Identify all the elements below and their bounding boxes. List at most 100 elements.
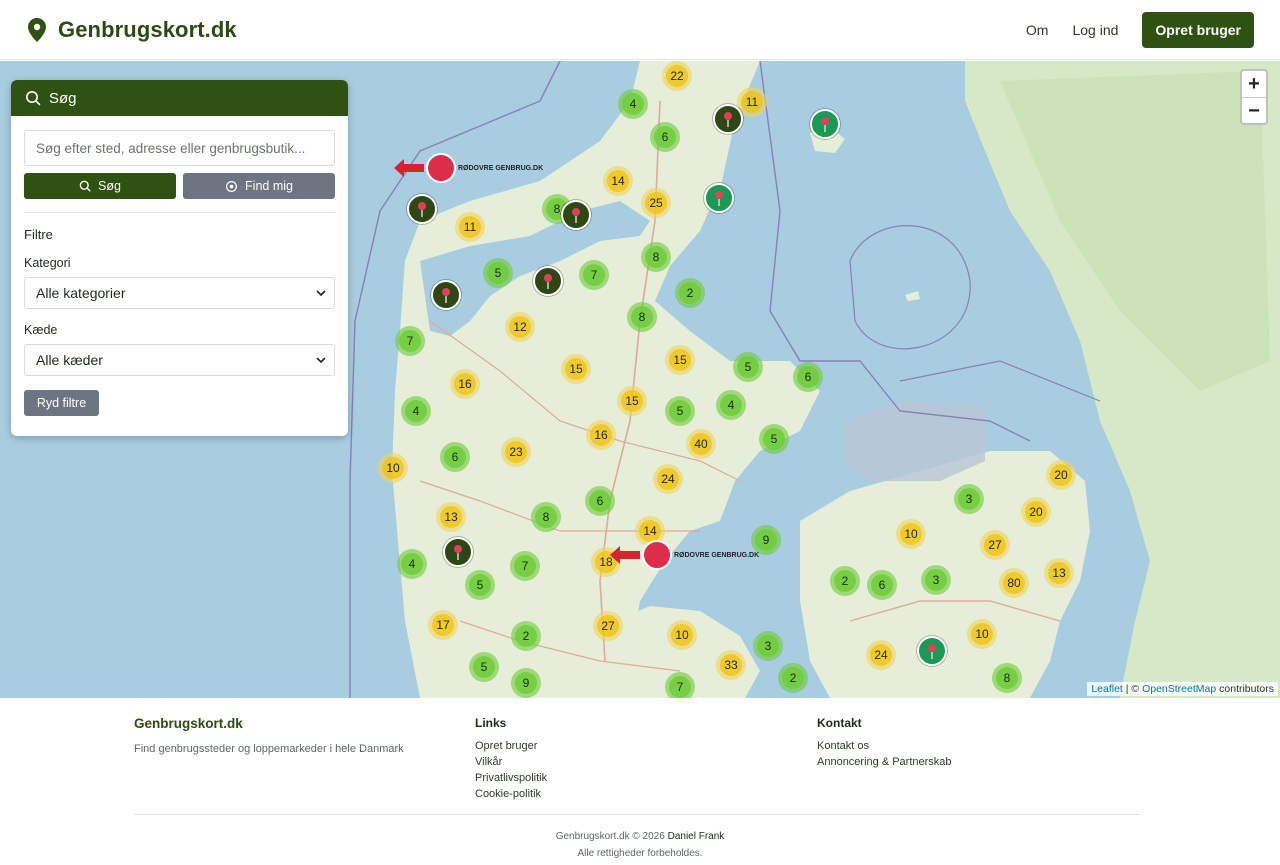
marker-cluster[interactable]: 27: [593, 611, 623, 641]
marker-cluster[interactable]: 2: [675, 278, 705, 308]
brand[interactable]: Genbrugskort.dk: [28, 17, 237, 43]
cluster-count: 7: [521, 559, 529, 573]
marker-cluster[interactable]: 4: [401, 396, 431, 426]
marker-cluster[interactable]: 8: [627, 302, 657, 332]
pushpin-icon: [544, 274, 552, 289]
leaflet-link[interactable]: Leaflet: [1091, 683, 1123, 695]
osm-link[interactable]: OpenStreetMap: [1142, 683, 1216, 695]
footer-link-contact[interactable]: Kontakt os: [817, 740, 952, 752]
marker-cluster[interactable]: 20: [1021, 497, 1051, 527]
marker-cluster[interactable]: 10: [667, 620, 697, 650]
marker-cluster[interactable]: 5: [759, 424, 789, 454]
marker-cluster[interactable]: 14: [603, 166, 633, 196]
marker-cluster[interactable]: 27: [980, 530, 1010, 560]
location-pin[interactable]: [917, 636, 947, 666]
marker-cluster[interactable]: 15: [665, 345, 695, 375]
cluster-count: 3: [932, 573, 940, 587]
marker-cluster[interactable]: 12: [505, 312, 535, 342]
search-panel-header: Søg: [11, 80, 348, 116]
marker-cluster[interactable]: 13: [1044, 558, 1074, 588]
marker-cluster[interactable]: 2: [511, 621, 541, 651]
marker-cluster[interactable]: 8: [531, 502, 561, 532]
cluster-count: 9: [522, 676, 530, 690]
marker-cluster[interactable]: 15: [561, 354, 591, 384]
location-pin[interactable]: [431, 280, 461, 310]
cluster-count: 11: [745, 95, 759, 109]
zoom-in-button[interactable]: +: [1242, 71, 1266, 97]
locate-me-button[interactable]: Find mig: [183, 173, 335, 199]
location-pin[interactable]: [704, 183, 734, 213]
marker-cluster[interactable]: 5: [733, 352, 763, 382]
marker-cluster[interactable]: 7: [510, 551, 540, 581]
marker-cluster[interactable]: 6: [867, 570, 897, 600]
footer-link-cookies[interactable]: Cookie-politik: [475, 788, 547, 800]
marker-cluster[interactable]: 10: [378, 453, 408, 483]
marker-cluster[interactable]: 3: [921, 565, 951, 595]
zoom-out-button[interactable]: −: [1242, 97, 1266, 123]
marker-cluster[interactable]: 7: [665, 672, 695, 698]
nav-login-link[interactable]: Log ind: [1072, 22, 1118, 38]
marker-cluster[interactable]: 7: [395, 326, 425, 356]
marker-cluster[interactable]: 16: [450, 369, 480, 399]
marker-cluster[interactable]: 3: [753, 631, 783, 661]
category-select[interactable]: Alle kategorier: [24, 277, 335, 309]
marker-cluster[interactable]: 4: [716, 390, 746, 420]
footer-link-advertising[interactable]: Annoncering & Partnerskab: [817, 756, 952, 768]
cluster-count: 13: [444, 510, 458, 524]
marker-cluster[interactable]: 15: [617, 386, 647, 416]
marker-cluster[interactable]: 33: [716, 650, 746, 680]
marker-cluster[interactable]: 5: [469, 652, 499, 682]
search-input[interactable]: Søg efter sted, adresse eller genbrugsbu…: [24, 130, 335, 166]
marker-cluster[interactable]: 5: [665, 396, 695, 426]
marker-cluster[interactable]: 25: [641, 188, 671, 218]
marker-cluster[interactable]: 11: [455, 212, 485, 242]
marker-cluster[interactable]: 23: [501, 437, 531, 467]
marker-cluster[interactable]: 4: [397, 549, 427, 579]
marker-cluster[interactable]: 40: [686, 429, 716, 459]
marker-cluster[interactable]: 7: [579, 260, 609, 290]
nav-about-link[interactable]: Om: [1026, 22, 1049, 38]
signup-button[interactable]: Opret bruger: [1142, 11, 1254, 48]
advertiser-marker[interactable]: RØDOVRE GENBRUG.DK: [610, 540, 759, 570]
search-button[interactable]: Søg: [24, 173, 176, 199]
chain-select[interactable]: Alle kæder: [24, 344, 335, 376]
marker-cluster[interactable]: 13: [436, 502, 466, 532]
footer-link-terms[interactable]: Vilkår: [475, 756, 547, 768]
marker-cluster[interactable]: 6: [440, 442, 470, 472]
location-pin[interactable]: [561, 200, 591, 230]
footer-link-signup[interactable]: Opret bruger: [475, 740, 547, 752]
footer-link-privacy[interactable]: Privatlivspolitik: [475, 772, 547, 784]
marker-cluster[interactable]: 9: [511, 668, 541, 698]
marker-cluster[interactable]: 8: [992, 663, 1022, 693]
marker-cluster[interactable]: 6: [585, 486, 615, 516]
cluster-count: 27: [601, 619, 615, 633]
marker-cluster[interactable]: 80: [999, 568, 1029, 598]
marker-cluster[interactable]: 4: [618, 89, 648, 119]
marker-cluster[interactable]: 24: [653, 464, 683, 494]
location-pin[interactable]: [713, 104, 743, 134]
marker-cluster[interactable]: 6: [793, 362, 823, 392]
marker-cluster[interactable]: 2: [778, 663, 808, 693]
marker-cluster[interactable]: 5: [483, 258, 513, 288]
reset-filters-button[interactable]: Ryd filtre: [24, 390, 99, 416]
marker-cluster[interactable]: 22: [662, 61, 692, 91]
footer-author-link[interactable]: Daniel Frank: [668, 831, 725, 842]
footer-rights: Alle rettigheder forbeholdes.: [577, 848, 703, 859]
advertiser-marker[interactable]: RØDOVRE GENBRUG.DK: [394, 153, 543, 183]
marker-cluster[interactable]: 10: [967, 619, 997, 649]
location-pin[interactable]: [407, 194, 437, 224]
marker-cluster[interactable]: 24: [866, 640, 896, 670]
marker-cluster[interactable]: 17: [428, 610, 458, 640]
marker-cluster[interactable]: 20: [1046, 460, 1076, 490]
marker-cluster[interactable]: 5: [465, 570, 495, 600]
marker-cluster[interactable]: 3: [954, 484, 984, 514]
marker-cluster[interactable]: 16: [586, 420, 616, 450]
footer-links-title: Links: [475, 716, 507, 730]
marker-cluster[interactable]: 10: [896, 519, 926, 549]
location-pin[interactable]: [443, 537, 473, 567]
location-pin[interactable]: [810, 109, 840, 139]
marker-cluster[interactable]: 6: [650, 122, 680, 152]
location-pin[interactable]: [533, 266, 563, 296]
marker-cluster[interactable]: 2: [830, 566, 860, 596]
marker-cluster[interactable]: 8: [641, 242, 671, 272]
